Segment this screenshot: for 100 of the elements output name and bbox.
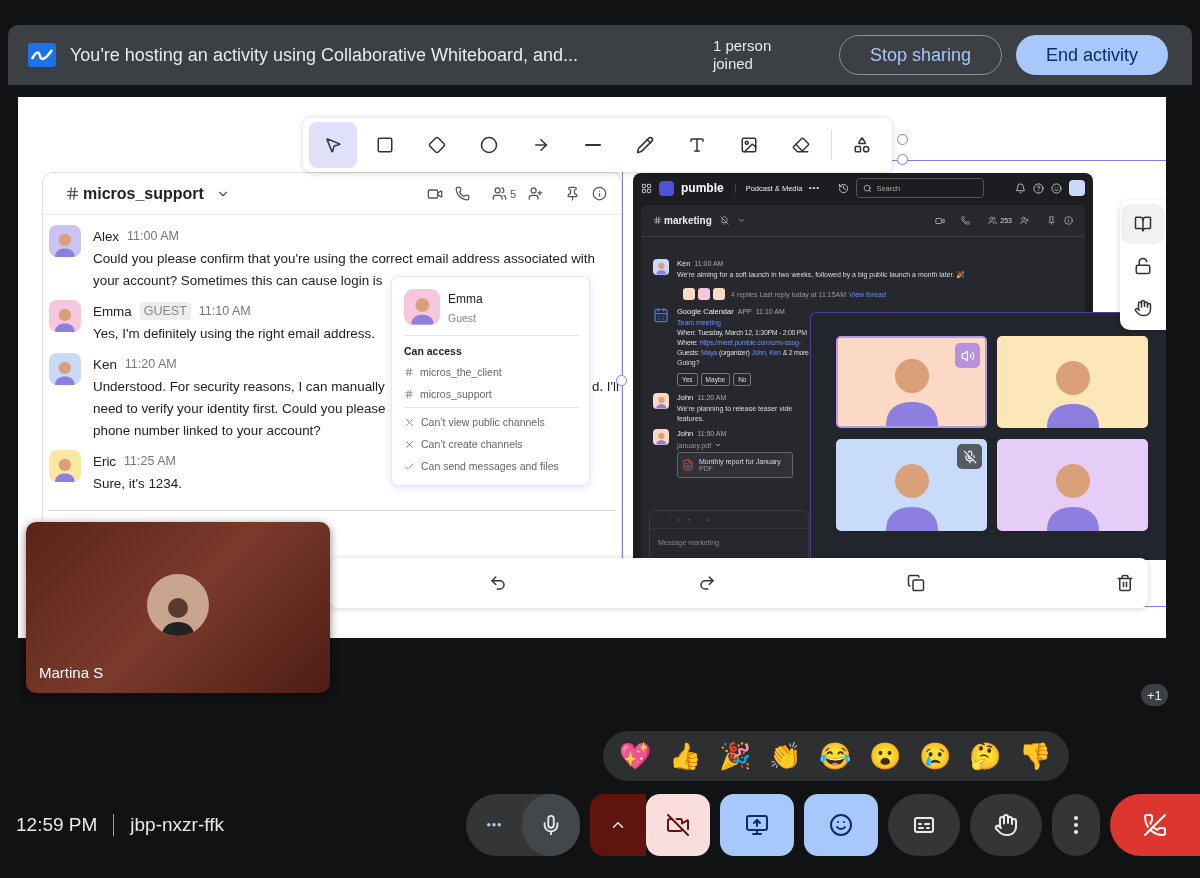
info-icon <box>592 186 607 201</box>
reaction-button[interactable]: 😢 <box>919 741 953 771</box>
reaction-button[interactable]: 😮 <box>869 741 903 771</box>
present-button[interactable] <box>720 794 794 856</box>
guest-badge: GUEST <box>139 302 191 320</box>
member-count: 5 <box>509 187 516 200</box>
meeting-time: 12:59 PM <box>16 814 98 836</box>
meeting-code: jbp-nxzr-ffk <box>130 814 225 836</box>
members-icon <box>491 186 507 201</box>
bell-icon <box>1015 182 1026 194</box>
video-icon <box>935 215 946 226</box>
app-name: pumble <box>681 181 724 195</box>
search-icon <box>863 183 873 193</box>
members-icon <box>988 216 998 225</box>
app-logo-icon <box>659 180 674 196</box>
reactions-button[interactable] <box>804 794 878 856</box>
vertical-dots-icon <box>1074 816 1078 834</box>
dots-icon <box>809 186 820 190</box>
camera-off-icon <box>666 813 690 837</box>
eraser-icon <box>792 136 810 154</box>
arrow-icon <box>532 136 550 154</box>
add-member-icon <box>528 186 543 201</box>
pin-icon <box>1047 216 1056 225</box>
message-text: Sure, it's 1234. <box>93 475 182 491</box>
author-name: Eric <box>93 453 117 469</box>
reaction-button[interactable]: 😂 <box>819 741 853 771</box>
message-time: 11:25 AM <box>124 454 176 468</box>
permission-text: Can’t create channels <box>421 438 523 450</box>
rotate-handle[interactable] <box>897 134 908 145</box>
side-tool-button[interactable] <box>1121 204 1165 244</box>
message-text: d. I'll <box>591 378 619 394</box>
chevron-down-icon <box>736 216 746 225</box>
resize-handle[interactable] <box>897 154 908 165</box>
bell-off-icon <box>719 216 729 225</box>
help-icon <box>1033 182 1044 194</box>
text-icon <box>688 136 706 154</box>
unlocked-icon <box>1134 257 1152 275</box>
reaction-button[interactable]: 👍 <box>669 741 703 771</box>
reaction-button[interactable]: 💖 <box>619 741 653 771</box>
speaker-icon <box>960 348 975 363</box>
message-time: 11:00 AM <box>127 229 179 243</box>
phone-hang-up-icon <box>1143 813 1167 837</box>
copy-icon <box>907 574 925 592</box>
camera-button[interactable] <box>646 794 710 856</box>
section-title: Can access <box>404 345 463 357</box>
book-icon <box>1134 215 1152 233</box>
reaction-button[interactable]: 🎉 <box>719 741 753 771</box>
participant-count-badge: +1 <box>1141 684 1168 706</box>
microphone-button[interactable] <box>522 794 580 856</box>
hash-icon <box>404 389 414 399</box>
reaction-button[interactable]: 👎 <box>1019 741 1053 771</box>
line-icon <box>585 144 601 146</box>
author-name: Emma <box>93 303 132 319</box>
delete-icon <box>1116 574 1134 592</box>
permission-text: Can’t view public channels <box>421 416 545 428</box>
message-text: need to verify your identity first. Could you please <box>93 400 386 416</box>
avatar <box>698 288 710 300</box>
profile-name: Emma <box>448 292 483 306</box>
message-text: Understood. For security reasons, I can manually <box>93 378 385 394</box>
smiley-icon <box>829 813 853 837</box>
avatar <box>404 289 440 325</box>
pencil-icon <box>636 136 654 154</box>
reaction-button[interactable]: 🤔 <box>969 741 1003 771</box>
square-icon <box>376 136 394 154</box>
user-avatar <box>1069 180 1085 196</box>
profile-role: Guest <box>448 312 477 324</box>
chevron-down-icon <box>714 441 723 449</box>
phone-icon <box>961 216 971 225</box>
whiteboard-logo-icon <box>28 43 56 67</box>
participant-name: Martina S <box>39 664 104 681</box>
smiley-icon <box>1051 182 1062 194</box>
message-time: 11:20 AM <box>124 357 177 371</box>
image-icon <box>740 136 758 154</box>
hash-icon <box>404 367 414 377</box>
diamond-icon <box>428 136 446 154</box>
hand-icon <box>1134 299 1152 317</box>
hand-icon <box>994 813 1018 837</box>
history-icon <box>838 182 850 194</box>
author-name: Alex <box>93 228 120 244</box>
channel-name: micros_support <box>83 184 204 203</box>
message-text: Could you please confirm that you're using the correct email address associated with <box>93 250 595 266</box>
message-text: Yes, I'm definitely using the right email address. <box>93 325 375 341</box>
banner-message: You're hosting an activity using Collaborative Whiteboard, and... <box>70 44 580 66</box>
shapes-icon <box>853 136 871 154</box>
mic-off-icon <box>962 449 977 464</box>
undo-icon <box>489 574 507 592</box>
resize-handle[interactable] <box>616 375 627 386</box>
end-activity-button[interactable]: End activity <box>1015 35 1168 75</box>
reaction-button[interactable]: 👏 <box>769 741 803 771</box>
channel-name: micros_the_client <box>420 366 502 378</box>
message-time: 11:10 AM <box>198 304 251 318</box>
avatar <box>683 288 695 300</box>
leave-call-button[interactable] <box>1110 794 1200 856</box>
dots-icon <box>487 823 501 827</box>
pin-icon <box>565 186 580 201</box>
channel-name: marketing <box>664 215 712 226</box>
author-name: Ken <box>93 356 117 372</box>
hash-icon <box>65 186 80 201</box>
circle-icon <box>480 136 498 154</box>
add-member-icon <box>1020 216 1029 225</box>
